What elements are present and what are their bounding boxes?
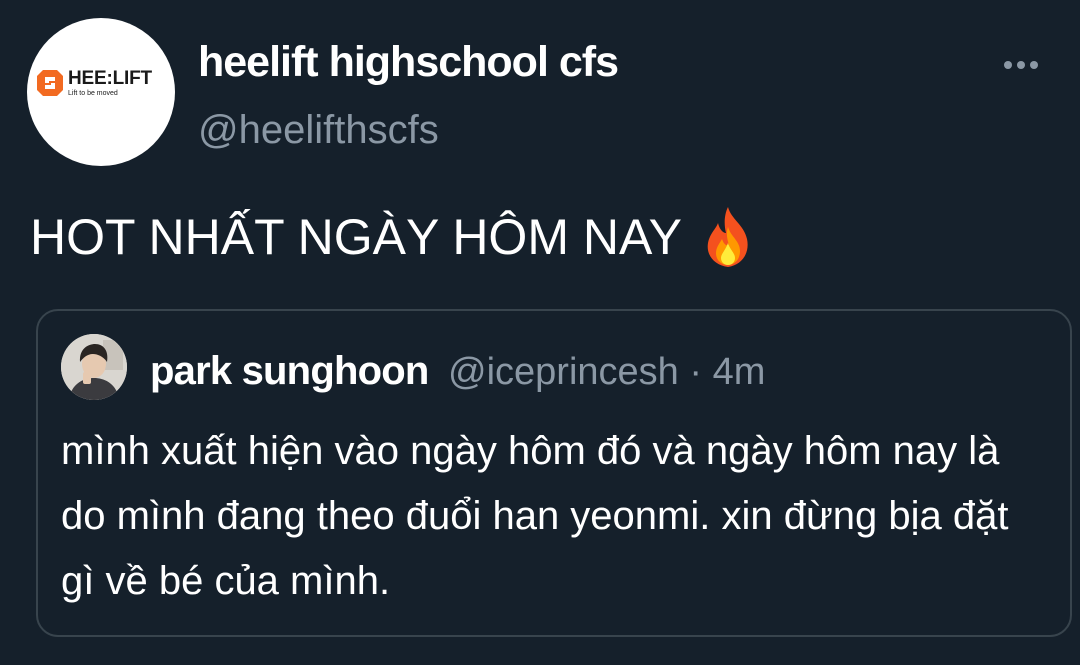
tweet-text-row: HOT NHẤT NGÀY HÔM NAY — [30, 205, 756, 269]
heelift-logo-mark-icon — [37, 70, 63, 96]
profile-avatar[interactable]: HEE:LIFT Lift to be moved — [27, 18, 175, 166]
quoted-tweet[interactable]: park sunghoon @iceprincesh · 4m mình xuấ… — [36, 309, 1072, 637]
quoted-tweet-text: mình xuất hiện vào ngày hôm đó và ngày h… — [61, 429, 1009, 603]
quoted-author-meta: @iceprincesh · 4m — [448, 351, 765, 394]
person-photo-icon — [61, 334, 127, 400]
more-horizontal-icon — [1004, 61, 1038, 69]
tweet-text: HOT NHẤT NGÀY HÔM NAY — [30, 209, 682, 265]
author-display-name[interactable]: heelift highschool cfs — [198, 38, 619, 87]
quoted-timestamp[interactable]: 4m — [713, 351, 766, 393]
meta-separator: · — [689, 351, 703, 393]
logo-tagline: Lift to be moved — [68, 89, 118, 97]
fire-icon — [707, 207, 748, 267]
quoted-author-name[interactable]: park sunghoon — [150, 349, 429, 394]
author-handle[interactable]: @heelifthscfs — [198, 108, 439, 153]
heelift-logo: HEE:LIFT Lift to be moved — [35, 68, 152, 98]
logo-wordmark: HEE:LIFT — [68, 67, 152, 89]
quoted-author-avatar[interactable] — [61, 334, 127, 400]
more-options-button[interactable] — [996, 50, 1046, 80]
tweet: HEE:LIFT Lift to be moved heelift highsc… — [0, 0, 1080, 665]
quoted-author-handle[interactable]: @iceprincesh — [448, 351, 679, 393]
